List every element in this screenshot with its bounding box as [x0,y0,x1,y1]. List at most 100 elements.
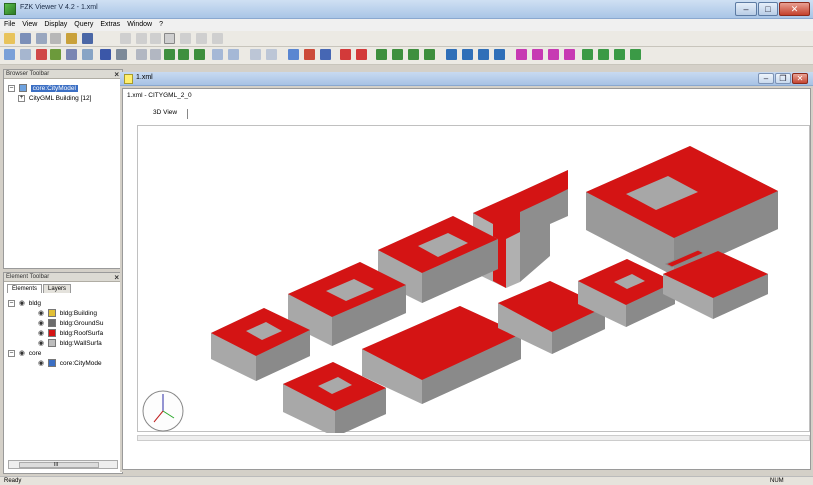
close-icon[interactable]: × [114,70,119,79]
rotate-icon[interactable] [66,49,77,60]
scrollbar-thumb[interactable]: III [19,462,99,468]
eye-icon[interactable]: ◉ [38,319,44,328]
tab-layers[interactable]: Layers [43,284,72,293]
view-icon[interactable] [4,49,15,60]
tree-node-root-label[interactable]: core:CityModel [30,85,78,92]
tool-icon[interactable] [82,33,93,44]
browser-panel: Browser Toolbar × – core:CityModel + Cit… [3,69,123,269]
close-button[interactable]: ✕ [779,2,810,16]
layer-icon[interactable] [212,49,223,60]
eye-icon[interactable]: ◉ [38,309,44,318]
menu-window[interactable]: Window [127,19,152,31]
filter-icon[interactable] [516,49,527,60]
disabled-tool-icon [136,33,147,44]
filter-icon[interactable] [564,49,575,60]
list-item[interactable]: ◉ core:CityMode [38,359,102,368]
menu-file[interactable]: File [4,19,15,31]
shape-icon[interactable] [150,49,161,60]
list-item[interactable]: ◉ bldg:GroundSu [38,319,103,328]
walk-icon[interactable] [116,49,127,60]
shape-icon[interactable] [194,49,205,60]
filter-icon[interactable] [582,49,593,60]
eye-icon[interactable]: ◉ [38,329,44,338]
transform-icon[interactable] [462,49,473,60]
list-item[interactable]: ◉ bldg:WallSurfa [38,339,102,348]
list-item-label[interactable]: bldg:RoofSurfa [60,330,103,337]
filter-icon[interactable] [598,49,609,60]
eye-icon[interactable]: ◉ [38,339,44,348]
orientation-gizmo[interactable] [142,390,184,432]
building-block[interactable] [663,249,768,319]
shape-icon[interactable] [136,49,147,60]
menu-help[interactable]: ? [159,19,163,31]
select-icon[interactable] [20,49,31,60]
move-icon[interactable] [408,49,419,60]
city-model-render[interactable] [138,126,811,437]
shape-icon[interactable] [164,49,175,60]
doc-restore-button[interactable]: ❐ [775,73,791,84]
axis-icon[interactable] [320,49,331,60]
move-icon[interactable] [424,49,435,60]
collapse-icon[interactable]: – [8,299,15,307]
eye-icon[interactable]: ◉ [38,359,44,368]
group-core-label[interactable]: core [29,350,42,357]
tab-3d-view[interactable]: 3D View [153,109,189,119]
shape-icon[interactable] [178,49,189,60]
pan-icon[interactable] [50,49,61,60]
move-icon[interactable] [376,49,387,60]
list-item-label[interactable]: bldg:WallSurfa [60,340,102,347]
doc-minimize-button[interactable]: – [758,73,774,84]
element-panel-scrollbar[interactable]: III [8,460,118,469]
zoom-icon[interactable] [82,49,93,60]
3d-viewport[interactable] [137,125,811,437]
group-bldg-label[interactable]: bldg [29,300,41,307]
paste-icon[interactable] [50,33,61,44]
viewport-scrollbar[interactable] [137,435,810,441]
list-item[interactable]: ◉ bldg:RoofSurfa [38,329,103,338]
copy-icon[interactable] [36,33,47,44]
list-item-label[interactable]: bldg:Building [60,310,97,317]
group-bldg[interactable]: – ◉ bldg [8,299,41,308]
eye-icon[interactable]: ◉ [19,299,25,308]
grid-icon[interactable] [266,49,277,60]
axis-icon[interactable] [304,49,315,60]
expand-icon[interactable]: + [18,94,25,102]
light-icon[interactable] [340,49,351,60]
list-item[interactable]: ◉ bldg:Building [38,309,97,318]
grid-icon[interactable] [250,49,261,60]
list-item-label[interactable]: core:CityMode [60,360,102,367]
filter-icon[interactable] [630,49,641,60]
filter-icon[interactable] [614,49,625,60]
menu-extras[interactable]: Extras [100,19,120,31]
menu-query[interactable]: Query [74,19,93,31]
close-icon[interactable]: × [114,273,119,282]
tree-node-root[interactable]: – core:CityModel [8,84,78,93]
tab-elements[interactable]: Elements [7,284,43,293]
transform-icon[interactable] [478,49,489,60]
tree-node-buildings-label[interactable]: CityGML Building [12] [29,95,92,102]
save-icon[interactable] [20,33,31,44]
eye-icon[interactable]: ◉ [19,349,25,358]
filter-icon[interactable] [548,49,559,60]
minimize-button[interactable]: – [735,2,757,16]
menu-view[interactable]: View [22,19,37,31]
list-item-label[interactable]: bldg:GroundSu [60,320,104,327]
help-icon[interactable] [66,33,77,44]
group-core[interactable]: – ◉ core [8,349,41,358]
layer-icon[interactable] [228,49,239,60]
open-icon[interactable] [4,33,15,44]
filter-icon[interactable] [532,49,543,60]
move-icon[interactable] [392,49,403,60]
tree-node-buildings[interactable]: + CityGML Building [12] [18,94,91,103]
doc-close-button[interactable]: ✕ [792,73,808,84]
fit-icon[interactable] [100,49,111,60]
transform-icon[interactable] [494,49,505,60]
light-icon[interactable] [356,49,367,60]
menu-display[interactable]: Display [44,19,67,31]
pick-icon[interactable] [36,49,47,60]
transform-icon[interactable] [446,49,457,60]
axis-icon[interactable] [288,49,299,60]
collapse-icon[interactable]: – [8,349,15,357]
maximize-button[interactable]: □ [758,2,778,16]
collapse-icon[interactable]: – [8,84,15,92]
